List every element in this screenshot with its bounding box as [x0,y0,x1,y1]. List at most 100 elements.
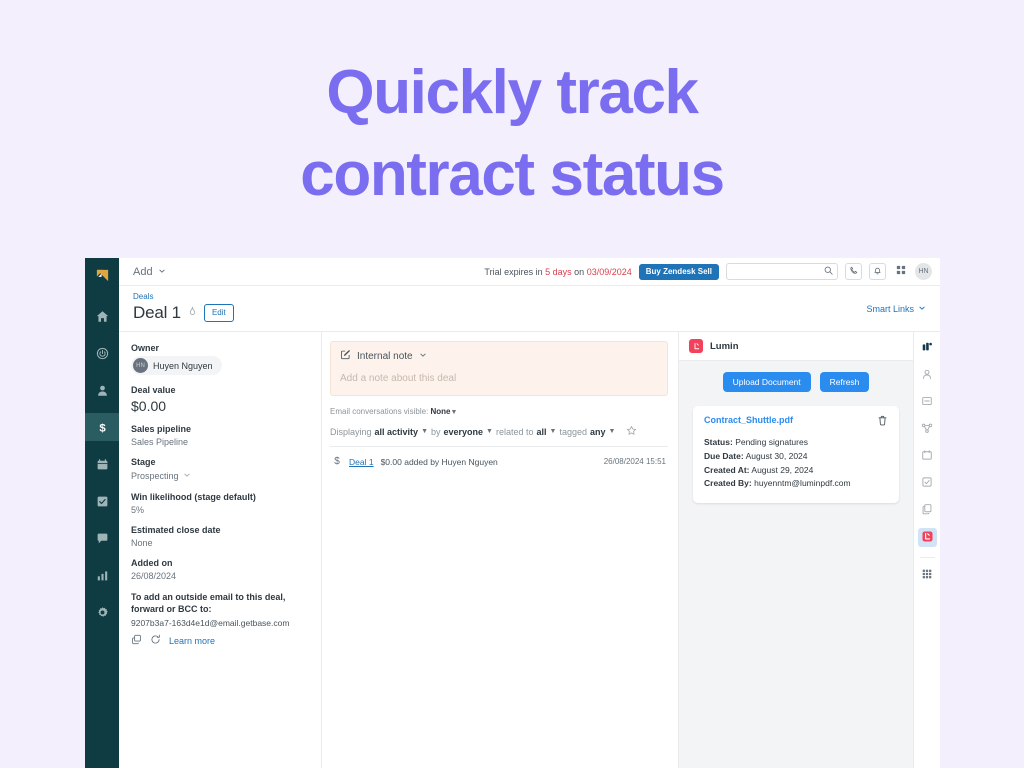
activity-text: $0.00 added by Huyen Nguyen [380,456,498,467]
lumin-logo-icon [921,530,934,546]
document-created-by-value: huyenntm@luminpdf.com [754,478,851,489]
rail-divider [919,557,935,558]
activity-deal-link[interactable]: Deal 1 [349,457,374,467]
refresh-button[interactable]: Refresh [819,372,870,393]
buy-zendesk-sell-button[interactable]: Buy Zendesk Sell [638,263,719,280]
rail-item-lumin[interactable] [917,528,937,547]
top-bar: Add Trial expires in 5 days on 03/09/202… [119,258,940,286]
favorite-star-icon[interactable] [626,425,637,438]
hot-deal-flame-icon[interactable] [187,306,198,320]
activity-row: $ Deal 1 $0.00 added by Huyen Nguyen 26/… [330,447,668,467]
lumin-app-panel: Lumin Upload Document Refresh Contract_S… [679,332,913,768]
zendesk-sell-logo-icon[interactable] [85,258,119,292]
hero-heading: Quickly track contract status [0,52,1024,216]
close-date-value: None [131,538,153,548]
document-due-value: August 30, 2024 [745,450,808,461]
notifications-button[interactable] [869,263,886,280]
owner-chip[interactable]: HN Huyen Nguyen [131,356,222,375]
document-status-row: Status: Pending signatures [704,436,888,450]
sidebar-item-leads[interactable] [85,339,119,367]
add-button[interactable]: Add [133,266,166,278]
close-date-label: Estimated close date [131,525,221,535]
check-square-icon [921,476,933,491]
document-created-at-row: Created At: August 29, 2024 [704,464,888,478]
rail-item-apps[interactable] [918,566,937,585]
document-created-at-value: August 29, 2024 [751,464,814,475]
calendar-icon [96,458,109,471]
deal-title-row: Deal 1 Edit [133,303,234,323]
email-visibility-filter[interactable]: Email conversations visible: None▼ [330,407,668,416]
document-due-row: Due Date: August 30, 2024 [704,450,888,464]
win-likelihood-label: Win likelihood (stage default) [131,492,256,502]
document-status-value: Pending signatures [735,437,808,448]
left-nav-rail: $ [85,258,119,768]
sidebar-item-calendar[interactable] [85,450,119,478]
trial-status: Trial expires in 5 days on 03/09/2024 [484,267,631,277]
rail-item-tasks[interactable] [918,474,937,493]
filter-related-to[interactable]: all [537,427,547,437]
breadcrumb[interactable]: Deals [133,292,234,301]
note-input-placeholder[interactable]: Add a note about this deal [340,373,658,384]
note-type-label: Internal note [357,350,413,362]
learn-more-link[interactable]: Learn more [169,636,215,646]
document-due-label: Due Date: [704,450,744,461]
activity-timestamp: 26/08/2024 15:51 [603,457,666,466]
trial-middle: on [574,266,585,277]
rail-item-calendar[interactable] [918,447,937,466]
field-estimated-close-date: Estimated close date None [131,525,309,548]
rail-item-notes[interactable] [918,393,937,412]
refresh-icon[interactable] [150,634,161,648]
stage-select[interactable]: Prospecting [131,471,191,481]
calendar-icon [921,449,933,464]
sidebar-item-tasks[interactable] [85,487,119,515]
body-columns: Owner HN Huyen Nguyen Deal value $0.00 S… [119,332,940,768]
copy-icon[interactable] [131,634,142,648]
dollar-icon: $ [96,421,109,433]
rail-item-overview[interactable] [918,339,937,358]
person-icon [921,368,933,383]
rail-item-contacts[interactable] [918,366,937,385]
note-composer[interactable]: Internal note Add a note about this deal [330,341,668,396]
sidebar-item-deals[interactable]: $ [85,413,119,441]
trial-days: 5 days [545,266,572,277]
task-check-icon [96,495,109,508]
right-icon-rail [913,332,940,768]
sidebar-item-contacts[interactable] [85,376,119,404]
sidebar-item-reports[interactable] [85,561,119,589]
lumin-actions: Upload Document Refresh [679,361,913,393]
user-avatar[interactable]: HN [915,263,932,280]
delete-document-icon[interactable] [877,415,888,429]
filter-tagged[interactable]: any [590,427,606,437]
search-input[interactable] [726,263,838,280]
caret-down-icon: ▼ [421,428,428,435]
field-owner: Owner HN Huyen Nguyen [131,343,309,375]
smart-links-button[interactable]: Smart Links [866,292,926,314]
chevron-down-icon [419,351,427,362]
document-name-link[interactable]: Contract_Shuttle.pdf [704,415,793,425]
rail-item-documents[interactable] [918,501,937,520]
deal-value-label: Deal value [131,385,176,395]
document-metadata: Status: Pending signatures Due Date: Aug… [704,436,888,491]
lumin-logo-icon [689,339,703,353]
caret-down-icon: ▼ [486,428,493,435]
sidebar-item-settings[interactable] [85,598,119,626]
trial-date: 03/09/2024 [586,266,632,277]
phone-button[interactable] [845,263,862,280]
filter-activity-type[interactable]: all activity [375,427,419,437]
sidebar-item-communication[interactable] [85,524,119,552]
sidebar-item-home[interactable] [85,302,119,330]
edit-button[interactable]: Edit [203,304,234,322]
apps-grid-button[interactable] [893,264,908,279]
chevron-down-icon [158,266,166,278]
upload-document-button[interactable]: Upload Document [722,372,811,393]
note-type-select[interactable]: Internal note [340,349,658,363]
filter-by-user[interactable]: everyone [444,427,484,437]
document-card: Contract_Shuttle.pdf Status: Pending sig… [693,406,899,504]
field-stage: Stage Prospecting [131,457,309,482]
rail-item-related[interactable] [918,420,937,439]
document-created-at-label: Created At: [704,464,750,475]
caret-down-icon: ▼ [549,428,557,435]
network-icon [921,422,933,437]
activity-filters: Displaying all activity ▼ by everyone ▼ re… [330,425,668,447]
main-area: Add Trial expires in 5 days on 03/09/202… [119,258,940,768]
